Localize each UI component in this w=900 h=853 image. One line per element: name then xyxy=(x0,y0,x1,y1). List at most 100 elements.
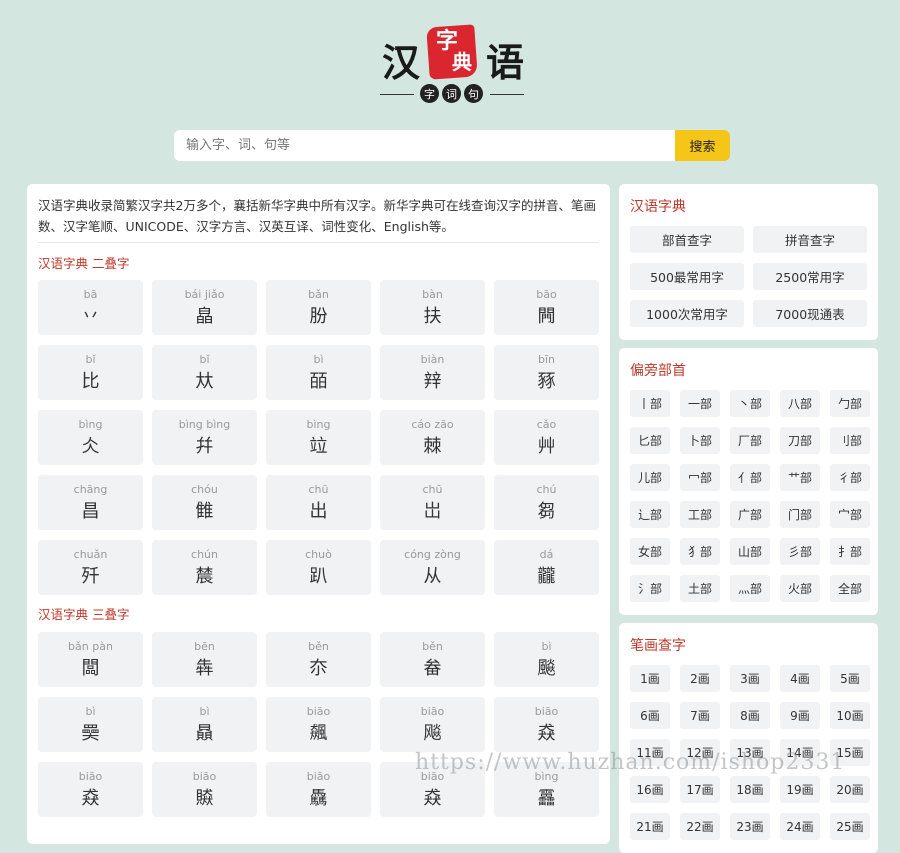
dictionary-link-button[interactable]: 2500常用字 xyxy=(753,263,867,290)
three-fold-char-cell[interactable]: biāo 驫 xyxy=(266,762,371,817)
two-fold-char-cell[interactable]: bǎn 朌 xyxy=(266,280,371,335)
two-fold-char-cell[interactable]: chuò 趴 xyxy=(266,540,371,595)
dictionary-link-button[interactable]: 500最常用字 xyxy=(630,263,744,290)
three-fold-char-cell[interactable]: bì 飈 xyxy=(494,632,599,687)
radical-button[interactable]: 扌部 xyxy=(830,538,870,565)
three-fold-char-cell[interactable]: bǎn pàn 闆 xyxy=(38,632,143,687)
three-fold-char-cell[interactable]: biāo 猋 xyxy=(494,697,599,752)
two-fold-char-cell[interactable]: bǐ 夶 xyxy=(152,345,257,400)
dictionary-link-button[interactable]: 部首查字 xyxy=(630,226,744,253)
two-fold-char-cell[interactable]: chāng 昌 xyxy=(38,475,143,530)
stroke-count-button[interactable]: 13画 xyxy=(730,739,770,766)
stroke-count-button[interactable]: 24画 xyxy=(780,813,820,840)
three-fold-char-cell[interactable]: bì 贔 xyxy=(152,697,257,752)
stroke-count-button[interactable]: 15画 xyxy=(830,739,870,766)
radical-button[interactable]: 全部 xyxy=(830,575,870,602)
radical-button[interactable]: 门部 xyxy=(780,501,820,528)
stroke-count-button[interactable]: 14画 xyxy=(780,739,820,766)
stroke-count-button[interactable]: 19画 xyxy=(780,776,820,803)
dictionary-link-button[interactable]: 1000次常用字 xyxy=(630,300,744,327)
radical-button[interactable]: 勹部 xyxy=(830,390,870,417)
radical-button[interactable]: 丨部 xyxy=(630,390,670,417)
stroke-count-button[interactable]: 23画 xyxy=(730,813,770,840)
radical-button[interactable]: 刀部 xyxy=(780,427,820,454)
radical-button[interactable]: 卜部 xyxy=(680,427,720,454)
radical-button[interactable]: 女部 xyxy=(630,538,670,565)
three-fold-char-cell[interactable]: biāo 飆 xyxy=(266,697,371,752)
stroke-count-button[interactable]: 18画 xyxy=(730,776,770,803)
radical-button[interactable]: 一部 xyxy=(680,390,720,417)
two-fold-char-cell[interactable]: chū 岀 xyxy=(380,475,485,530)
three-fold-char-cell[interactable]: bì 奰 xyxy=(38,697,143,752)
three-fold-char-cell[interactable]: běn 夵 xyxy=(266,632,371,687)
stroke-count-button[interactable]: 2画 xyxy=(680,665,720,692)
stroke-count-button[interactable]: 20画 xyxy=(830,776,870,803)
radical-button[interactable]: 氵部 xyxy=(630,575,670,602)
two-fold-char-cell[interactable]: bái jiǎo 皛 xyxy=(152,280,257,335)
radical-button[interactable]: 儿部 xyxy=(630,464,670,491)
search-input[interactable] xyxy=(174,130,675,161)
stroke-count-button[interactable]: 7画 xyxy=(680,702,720,729)
three-fold-char-cell[interactable]: biāo 贆 xyxy=(152,762,257,817)
radical-button[interactable]: 丶部 xyxy=(730,390,770,417)
stroke-count-button[interactable]: 5画 xyxy=(830,665,870,692)
radical-button[interactable]: 彡部 xyxy=(780,538,820,565)
two-fold-char-cell[interactable]: bāo 闁 xyxy=(494,280,599,335)
stroke-count-button[interactable]: 12画 xyxy=(680,739,720,766)
radical-button[interactable]: 灬部 xyxy=(730,575,770,602)
radical-button[interactable]: 山部 xyxy=(730,538,770,565)
dictionary-link-button[interactable]: 拼音查字 xyxy=(753,226,867,253)
three-fold-char-cell[interactable]: biāo 猋 xyxy=(38,762,143,817)
two-fold-char-cell[interactable]: cáo zāo 棘 xyxy=(380,410,485,465)
three-fold-char-cell[interactable]: běn 畚 xyxy=(380,632,485,687)
two-fold-char-cell[interactable]: bìng bìng 幷 xyxy=(152,410,257,465)
radical-button[interactable]: 广部 xyxy=(730,501,770,528)
radical-button[interactable]: 匕部 xyxy=(630,427,670,454)
stroke-count-button[interactable]: 21画 xyxy=(630,813,670,840)
radical-button[interactable]: 土部 xyxy=(680,575,720,602)
section-title-three-fold[interactable]: 汉语字典 三叠字 xyxy=(38,604,129,623)
two-fold-char-cell[interactable]: cǎo 艸 xyxy=(494,410,599,465)
stroke-count-button[interactable]: 25画 xyxy=(830,813,870,840)
two-fold-char-cell[interactable]: dá 龖 xyxy=(494,540,599,595)
radical-button[interactable]: 火部 xyxy=(780,575,820,602)
two-fold-char-cell[interactable]: cóng zòng 从 xyxy=(380,540,485,595)
stroke-count-button[interactable]: 3画 xyxy=(730,665,770,692)
site-logo[interactable]: 汉 字 典 语 字 词 句 xyxy=(376,22,528,106)
two-fold-char-cell[interactable]: chū 出 xyxy=(266,475,371,530)
stroke-count-button[interactable]: 11画 xyxy=(630,739,670,766)
two-fold-char-cell[interactable]: bì 皕 xyxy=(266,345,371,400)
two-fold-char-cell[interactable]: bìng 竝 xyxy=(266,410,371,465)
stroke-count-button[interactable]: 17画 xyxy=(680,776,720,803)
three-fold-char-cell[interactable]: biāo 飚 xyxy=(380,697,485,752)
three-fold-char-cell[interactable]: bēn 犇 xyxy=(152,632,257,687)
radical-button[interactable]: 工部 xyxy=(680,501,720,528)
two-fold-char-cell[interactable]: bàn 扶 xyxy=(380,280,485,335)
two-fold-char-cell[interactable]: chú 芻 xyxy=(494,475,599,530)
radical-button[interactable]: 彳部 xyxy=(830,464,870,491)
stroke-count-button[interactable]: 9画 xyxy=(780,702,820,729)
two-fold-char-cell[interactable]: bìng 仌 xyxy=(38,410,143,465)
dictionary-link-button[interactable]: 7000现通表 xyxy=(753,300,867,327)
radical-button[interactable]: 厂部 xyxy=(730,427,770,454)
radical-button[interactable]: 亻部 xyxy=(730,464,770,491)
two-fold-char-cell[interactable]: chuǎn 歼 xyxy=(38,540,143,595)
radical-button[interactable]: 辶部 xyxy=(630,501,670,528)
section-title-two-fold[interactable]: 汉语字典 二叠字 xyxy=(38,253,129,272)
radical-button[interactable]: 宀部 xyxy=(830,501,870,528)
two-fold-char-cell[interactable]: chóu 雔 xyxy=(152,475,257,530)
radical-button[interactable]: 八部 xyxy=(780,390,820,417)
radical-button[interactable]: 艹部 xyxy=(780,464,820,491)
stroke-count-button[interactable]: 22画 xyxy=(680,813,720,840)
radical-button[interactable]: 冖部 xyxy=(680,464,720,491)
three-fold-char-cell[interactable]: bìng 靐 xyxy=(494,762,599,817)
two-fold-char-cell[interactable]: bīn 豩 xyxy=(494,345,599,400)
search-button[interactable]: 搜索 xyxy=(675,130,730,161)
three-fold-char-cell[interactable]: biāo 猋 xyxy=(380,762,485,817)
stroke-count-button[interactable]: 8画 xyxy=(730,702,770,729)
radical-button[interactable]: 犭部 xyxy=(680,538,720,565)
stroke-count-button[interactable]: 10画 xyxy=(830,702,870,729)
two-fold-char-cell[interactable]: biàn 辡 xyxy=(380,345,485,400)
two-fold-char-cell[interactable]: bǐ 比 xyxy=(38,345,143,400)
stroke-count-button[interactable]: 6画 xyxy=(630,702,670,729)
